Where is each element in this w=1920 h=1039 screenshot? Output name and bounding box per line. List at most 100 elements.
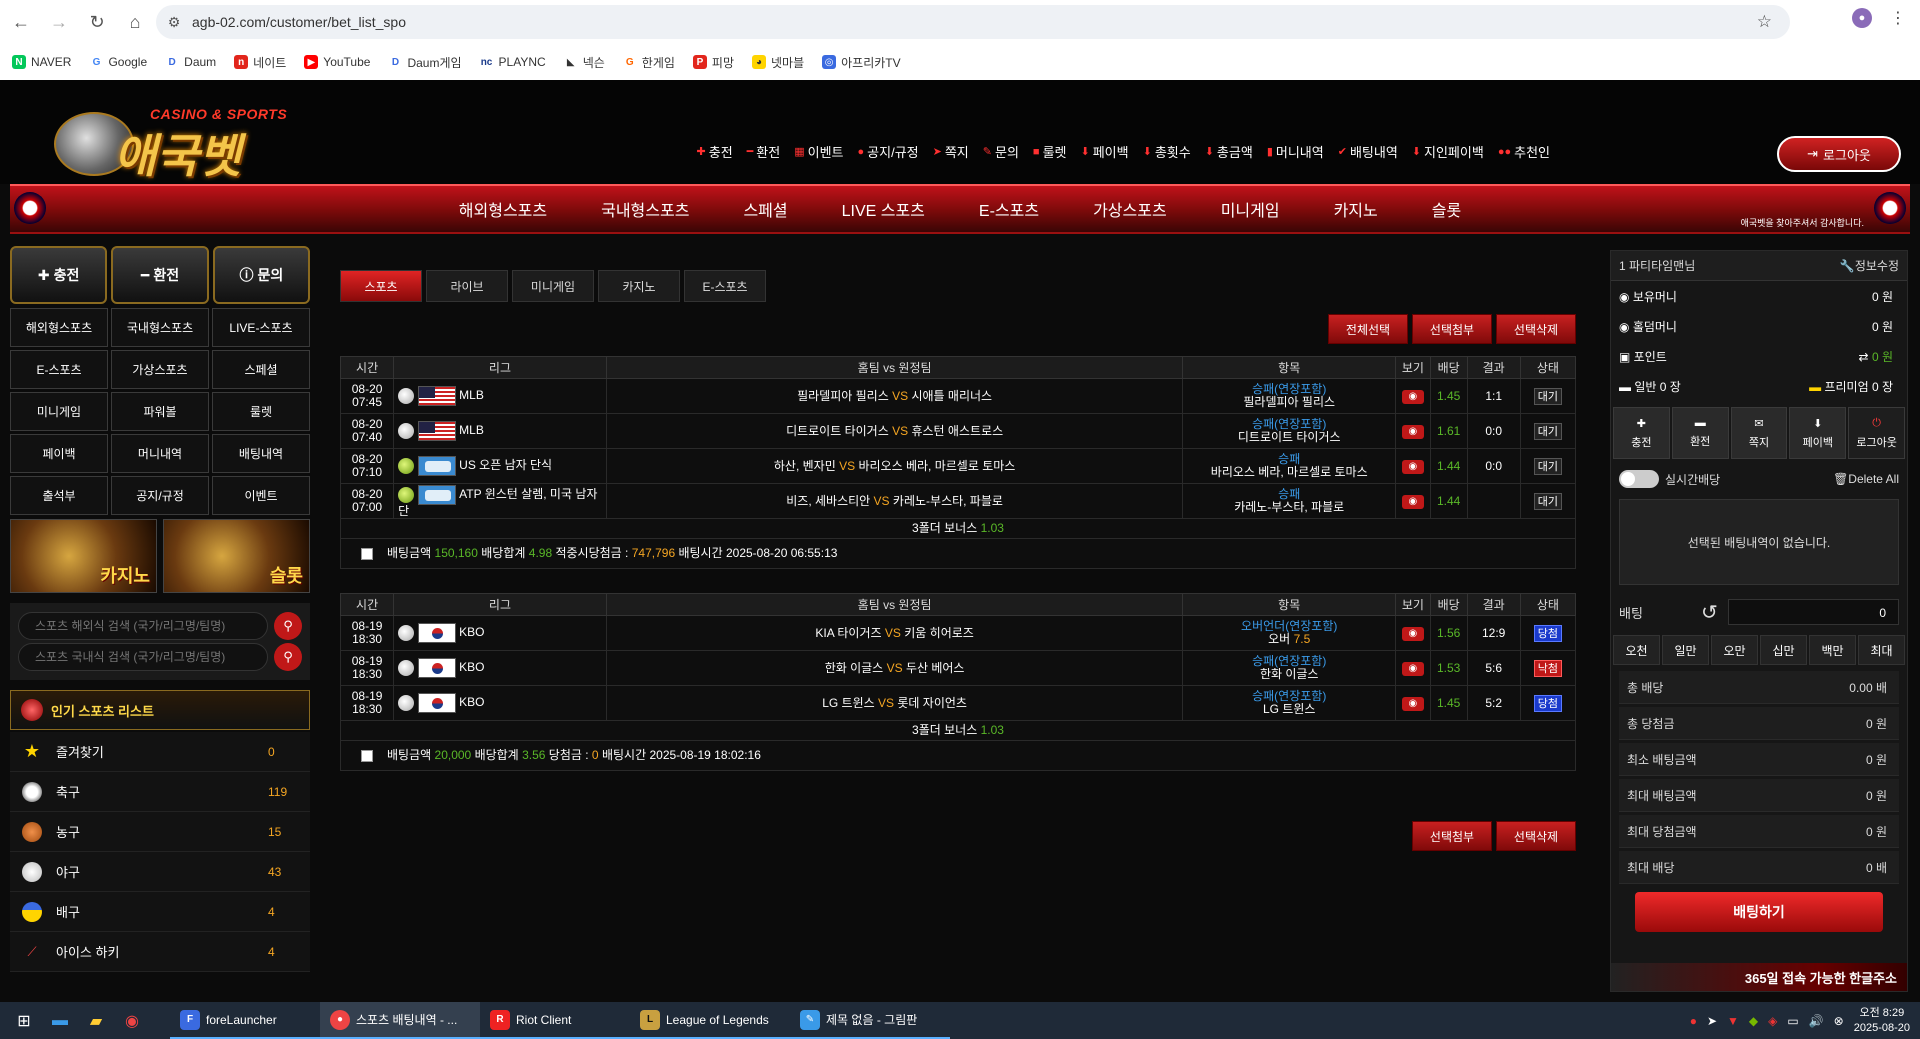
- left-menu-item[interactable]: LIVE-스포츠: [212, 308, 310, 347]
- taskbar-app-chrome[interactable]: ● 스포츠 배팅내역 - ...: [320, 1002, 480, 1039]
- sport-item-favorites[interactable]: ★ 즐겨찾기 0: [10, 732, 310, 772]
- delete-all-button[interactable]: 🗑Delete All: [1833, 472, 1899, 486]
- search-icon[interactable]: ⚲: [274, 612, 302, 640]
- taskbar-app-forelauncher[interactable]: FforeLauncher: [170, 1002, 320, 1039]
- charge-button[interactable]: ✚ 충전: [10, 246, 108, 304]
- point-value[interactable]: ⇄ 0 원: [1859, 348, 1893, 365]
- left-menu-item[interactable]: 룰렛: [212, 392, 310, 431]
- search-icon[interactable]: ⚲: [274, 643, 302, 671]
- network-icon[interactable]: ▭: [1787, 1014, 1798, 1028]
- top-menu-total-amount[interactable]: ⬇ 총금액: [1205, 142, 1253, 161]
- file-explorer-icon[interactable]: ▰: [78, 1003, 114, 1039]
- nvidia-icon[interactable]: ◆: [1749, 1014, 1758, 1028]
- bet-amount-input[interactable]: 0: [1727, 599, 1899, 625]
- nav-live-sports[interactable]: LIVE 스포츠: [815, 197, 952, 221]
- bet-checkbox[interactable]: [361, 749, 373, 762]
- left-menu-item[interactable]: 공지/규정: [111, 476, 209, 515]
- tab-live[interactable]: 라이브: [426, 270, 508, 302]
- site-logo[interactable]: CASINO & SPORTS 애국벳: [52, 86, 292, 183]
- top-menu-exchange[interactable]: ━ 환전: [747, 142, 781, 161]
- nav-special[interactable]: 스페셜: [716, 197, 814, 221]
- bookmark-netmarble[interactable]: ◕ 넷마블: [752, 54, 804, 71]
- reset-icon[interactable]: ↺: [1701, 600, 1718, 625]
- bookmark-plaync[interactable]: nc PLAYNC: [479, 55, 546, 69]
- top-menu-inquiry[interactable]: ✎ 문의: [983, 142, 1019, 161]
- menu-icon[interactable]: ⋮: [1890, 8, 1906, 28]
- bookmark-naver[interactable]: N NAVER: [12, 55, 71, 69]
- delete-selected-button[interactable]: 선택삭제: [1496, 314, 1576, 344]
- place-bet-button[interactable]: 배팅하기: [1635, 892, 1883, 932]
- realtime-odds-toggle[interactable]: [1619, 470, 1659, 488]
- left-menu-item[interactable]: 배팅내역: [212, 434, 310, 473]
- left-menu-item[interactable]: 해외형스포츠: [10, 308, 108, 347]
- tray-app-icon[interactable]: ●: [1690, 1014, 1697, 1028]
- inquiry-button[interactable]: ⓘ 문의: [212, 246, 310, 304]
- tab-sports[interactable]: 스포츠: [340, 270, 422, 302]
- home-icon[interactable]: ⌂: [118, 5, 152, 39]
- bookmark-hangame[interactable]: G 한게임: [622, 54, 675, 71]
- top-menu-notice[interactable]: ● 공지/규정: [858, 142, 919, 161]
- quick-amount-button[interactable]: 십만: [1760, 635, 1807, 665]
- chrome-icon[interactable]: ◉: [114, 1003, 150, 1039]
- eye-icon[interactable]: ◉: [1401, 424, 1424, 439]
- bookmark-pmang[interactable]: P 피망: [692, 54, 734, 71]
- nav-casino[interactable]: 카지노: [1307, 197, 1405, 221]
- overseas-search-input[interactable]: [18, 612, 268, 640]
- left-menu-item[interactable]: 미니게임: [10, 392, 108, 431]
- top-menu-bet-history[interactable]: ✔ 배팅내역: [1338, 142, 1398, 161]
- quick-amount-button[interactable]: 일만: [1662, 635, 1709, 665]
- left-menu-item[interactable]: 파워볼: [111, 392, 209, 431]
- delete-selected-button[interactable]: 선택삭제: [1496, 821, 1576, 851]
- tab-minigame[interactable]: 미니게임: [512, 270, 594, 302]
- mute-icon[interactable]: ⊗: [1834, 1014, 1844, 1028]
- eye-icon[interactable]: ◉: [1401, 626, 1424, 641]
- sport-item-volleyball[interactable]: 배구 4: [10, 892, 310, 932]
- left-menu-item[interactable]: 페이백: [10, 434, 108, 473]
- bet-checkbox[interactable]: [361, 547, 373, 560]
- sport-item-basketball[interactable]: 농구 15: [10, 812, 310, 852]
- panel-exchange-button[interactable]: ▬ 환전: [1671, 407, 1729, 459]
- nav-esports[interactable]: E-스포츠: [952, 197, 1066, 221]
- windows-start-icon[interactable]: ⊞: [6, 1003, 42, 1039]
- address-bar[interactable]: ⚙ agb-02.com/customer/bet_list_spo ☆: [156, 5, 1790, 39]
- left-menu-item[interactable]: 머니내역: [111, 434, 209, 473]
- attach-selected-button[interactable]: 선택첨부: [1412, 314, 1492, 344]
- site-info-icon[interactable]: ⚙: [156, 14, 192, 31]
- top-menu-total-count[interactable]: ⬇ 총횟수: [1143, 142, 1191, 161]
- top-menu-referral[interactable]: ●● 추천인: [1498, 142, 1550, 161]
- top-menu-charge[interactable]: ✚ 충전: [697, 142, 733, 161]
- attach-selected-button[interactable]: 선택첨부: [1412, 821, 1492, 851]
- select-all-button[interactable]: 전체선택: [1328, 314, 1408, 344]
- logout-button[interactable]: ⇥ 로그아웃: [1777, 136, 1901, 172]
- top-menu-event[interactable]: ▦ 이벤트: [794, 142, 843, 161]
- volume-icon[interactable]: 🔊: [1809, 1014, 1824, 1028]
- sport-item-baseball[interactable]: 야구 43: [10, 852, 310, 892]
- top-menu-payback[interactable]: ⬇ 페이백: [1080, 142, 1128, 161]
- nav-overseas-sports[interactable]: 해외형스포츠: [432, 197, 574, 221]
- bookmark-nate[interactable]: n 네이트: [234, 54, 286, 71]
- quick-amount-button[interactable]: 오천: [1613, 635, 1660, 665]
- desktop-icon[interactable]: ▬: [42, 1003, 78, 1039]
- taskbar-app-paint[interactable]: ✎ 제목 없음 - 그림판: [790, 1002, 950, 1039]
- nav-slot[interactable]: 슬롯: [1405, 197, 1488, 221]
- bookmark-youtube[interactable]: ▶ YouTube: [304, 55, 370, 69]
- domain-banner[interactable]: 365일 접속 가능한 한글주소: [1611, 963, 1907, 991]
- left-menu-item[interactable]: 출석부: [10, 476, 108, 515]
- edit-profile-link[interactable]: 🔧정보수정: [1840, 257, 1899, 274]
- nav-domestic-sports[interactable]: 국내형스포츠: [574, 197, 716, 221]
- reload-icon[interactable]: ↻: [80, 5, 114, 39]
- top-menu-roulette[interactable]: ■ 룰렛: [1033, 142, 1067, 161]
- nav-virtual-sports[interactable]: 가상스포츠: [1066, 197, 1194, 221]
- eye-icon[interactable]: ◉: [1401, 389, 1424, 404]
- top-menu-friend-payback[interactable]: ⬇ 지인페이백: [1412, 142, 1484, 161]
- taskbar-app-riot[interactable]: R Riot Client: [480, 1002, 630, 1039]
- back-icon[interactable]: ←: [4, 5, 38, 39]
- tab-casino[interactable]: 카지노: [598, 270, 680, 302]
- top-menu-money-history[interactable]: ▮ 머니내역: [1267, 142, 1324, 161]
- slot-banner[interactable]: 슬롯: [163, 519, 310, 593]
- domestic-search-input[interactable]: [18, 643, 268, 671]
- sport-item-soccer[interactable]: 축구 119: [10, 772, 310, 812]
- bookmark-google[interactable]: G Google: [89, 55, 147, 69]
- panel-charge-button[interactable]: ✚ 충전: [1613, 407, 1670, 459]
- panel-payback-button[interactable]: ⬇ 페이백: [1789, 407, 1847, 459]
